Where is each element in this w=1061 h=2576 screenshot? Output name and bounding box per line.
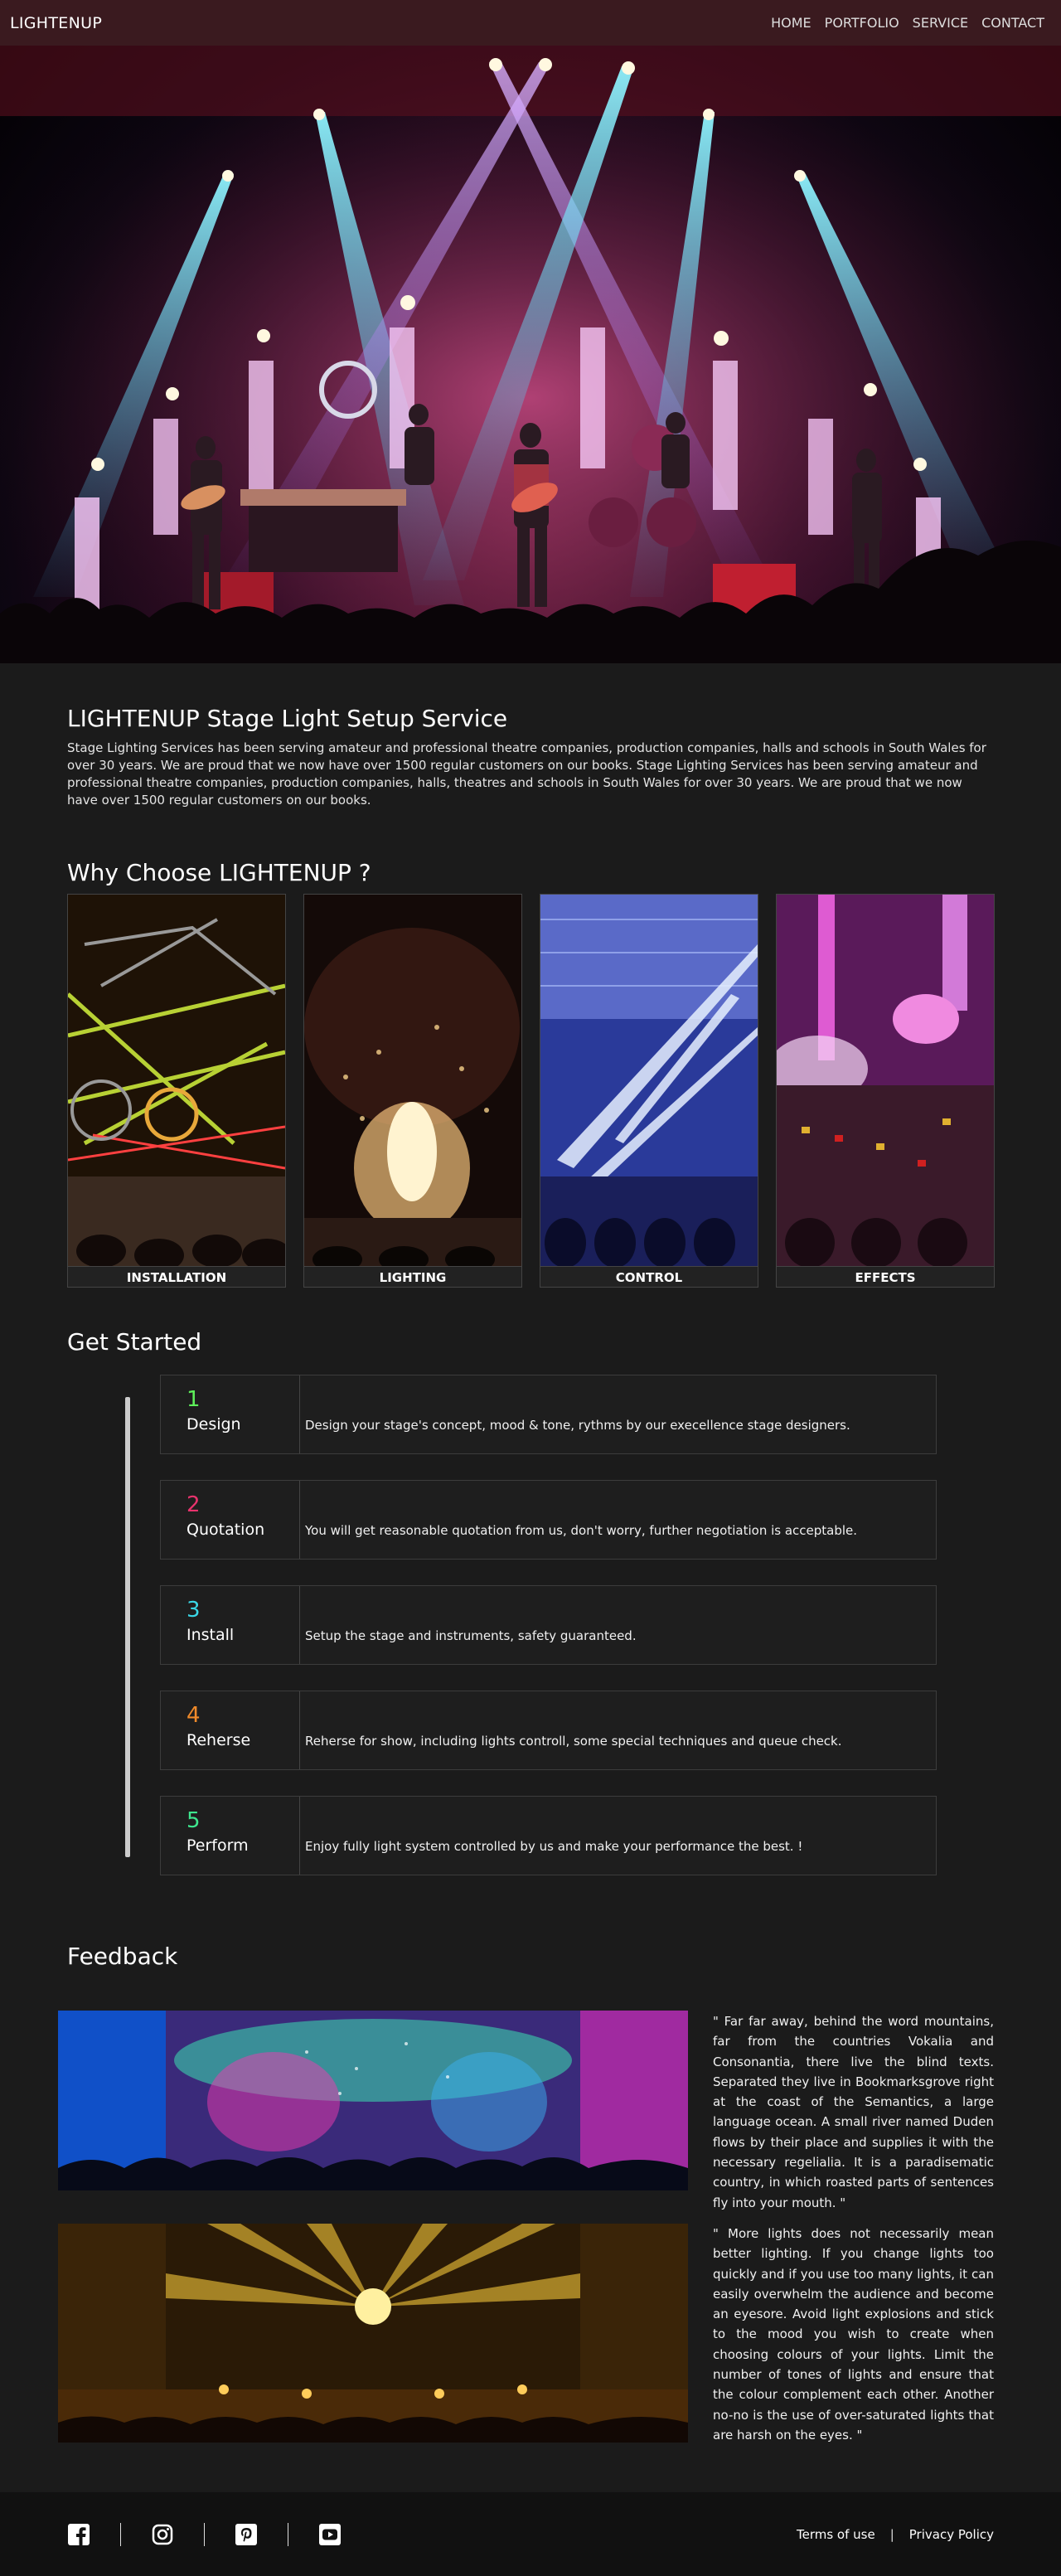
step-design: 1 Design Design your stage's concept, mo…	[160, 1375, 937, 1454]
step-name: Perform	[187, 1836, 249, 1855]
privacy-policy-link[interactable]: Privacy Policy	[909, 2527, 994, 2542]
feedback-image-1	[58, 2011, 688, 2190]
card-installation[interactable]: INSTALLATION	[67, 894, 286, 1288]
nav-item-home[interactable]: HOME	[771, 15, 811, 31]
step-perform: 5 Perform Enjoy fully light system contr…	[160, 1796, 937, 1875]
card-effects[interactable]: EFFECTS	[776, 894, 995, 1288]
feedback-image-2	[58, 2224, 688, 2443]
step-description: Setup the stage and instruments, safety …	[305, 1628, 637, 1643]
step-name: Design	[187, 1415, 241, 1434]
step-description: Reherse for show, including lights contr…	[305, 1734, 842, 1749]
card-caption: CONTROL	[540, 1266, 758, 1288]
card-caption: EFFECTS	[777, 1266, 994, 1288]
step-label: 3 Install	[161, 1586, 300, 1664]
feedback-quote-1: " Far far away, behind the word mountain…	[713, 2014, 994, 2210]
feature-cards: INSTALLATION LIGHTING CONTROL EFFECTS	[67, 894, 995, 1288]
card-caption: INSTALLATION	[68, 1266, 285, 1288]
step-description: Design your stage's concept, mood & tone…	[305, 1418, 850, 1433]
step-number: 5	[187, 1808, 201, 1833]
terms-of-use-link[interactable]: Terms of use	[797, 2527, 875, 2542]
youtube-icon[interactable]	[318, 2523, 342, 2546]
effects-image	[777, 895, 994, 1266]
lighting-image	[304, 895, 521, 1266]
feedback-quote-2: " More lights does not necessarily mean …	[713, 2226, 994, 2443]
pinterest-icon[interactable]	[235, 2523, 258, 2546]
step-label: 5 Perform	[161, 1797, 300, 1875]
step-number: 3	[187, 1598, 201, 1623]
hero-image	[0, 0, 1061, 663]
brand-logo[interactable]: LIGHTENUP	[10, 14, 102, 32]
timeline-bar	[125, 1397, 130, 1857]
intro-text: Stage Lighting Services has been serving…	[67, 740, 986, 808]
step-install: 3 Install Setup the stage and instrument…	[160, 1585, 937, 1665]
separator: |	[889, 2526, 894, 2542]
step-label: 1 Design	[161, 1375, 300, 1453]
card-lighting[interactable]: LIGHTING	[303, 894, 522, 1288]
step-name: Reherse	[187, 1731, 251, 1749]
step-name: Install	[187, 1626, 235, 1644]
get-started-title: Get Started	[67, 1328, 202, 1356]
installation-image	[68, 895, 285, 1266]
step-description: You will get reasonable quotation from u…	[305, 1523, 858, 1538]
step-number: 2	[187, 1492, 201, 1517]
separator	[120, 2522, 121, 2546]
card-control[interactable]: CONTROL	[540, 894, 758, 1288]
nav-menu: HOME PORTFOLIO SERVICE CONTACT	[771, 15, 1044, 31]
why-choose-title: Why Choose LIGHTENUP ?	[67, 859, 371, 886]
footer-links: Terms of use | Privacy Policy	[797, 2527, 994, 2542]
top-navbar: LIGHTENUP HOME PORTFOLIO SERVICE CONTACT	[0, 0, 1061, 46]
step-quotation: 2 Quotation You will get reasonable quot…	[160, 1480, 937, 1560]
footer: Terms of use | Privacy Policy	[0, 2492, 1061, 2576]
step-name: Quotation	[187, 1521, 265, 1539]
step-number: 4	[187, 1703, 201, 1728]
intro-title: LIGHTENUP Stage Light Setup Service	[67, 705, 508, 732]
separator	[204, 2522, 205, 2546]
nav-item-contact[interactable]: CONTACT	[981, 15, 1044, 31]
nav-item-portfolio[interactable]: PORTFOLIO	[825, 15, 899, 31]
step-description: Enjoy fully light system controlled by u…	[305, 1839, 803, 1854]
step-reherse: 4 Reherse Reherse for show, including li…	[160, 1691, 937, 1770]
social-links	[67, 2522, 342, 2546]
concert-stage-illustration	[0, 0, 1061, 663]
instagram-icon[interactable]	[151, 2523, 174, 2546]
step-label: 4 Reherse	[161, 1691, 300, 1769]
card-caption: LIGHTING	[304, 1266, 521, 1288]
control-image	[540, 895, 758, 1266]
step-label: 2 Quotation	[161, 1481, 300, 1559]
facebook-icon[interactable]	[67, 2523, 90, 2546]
feedback-title: Feedback	[67, 1943, 178, 1970]
nav-item-service[interactable]: SERVICE	[913, 15, 968, 31]
step-number: 1	[187, 1387, 201, 1412]
